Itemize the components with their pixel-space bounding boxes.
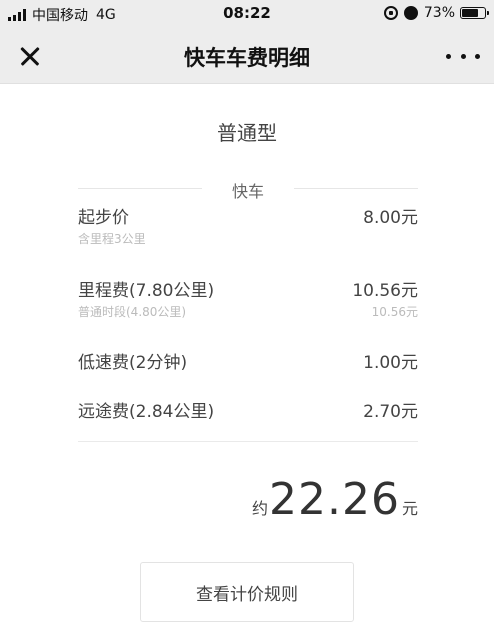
battery-percent: 73% — [423, 5, 455, 21]
fee-amount: 1.00元 — [363, 353, 418, 373]
status-bar: 中国移动 4G 08:22 73% — [0, 0, 494, 28]
section-header: 快车 — [78, 178, 418, 201]
fee-note: 含里程3公里 — [78, 232, 146, 246]
battery-fill — [462, 9, 479, 17]
more-options-icon[interactable] — [446, 44, 480, 68]
fee-name: 低速费(2分钟) — [78, 353, 188, 373]
battery-icon — [460, 7, 489, 19]
fee-name: 远途费(2.84公里) — [78, 402, 215, 422]
fee-note-amount: 10.56元 — [371, 305, 418, 319]
total-fare: 约 22.26 元 — [252, 474, 418, 525]
view-pricing-rules-button[interactable]: 查看计价规则 — [140, 562, 354, 622]
total-divider — [78, 441, 418, 442]
status-right: 73% — [383, 5, 489, 21]
section-label: 快车 — [231, 182, 264, 201]
fee-amount: 10.56元 — [352, 281, 418, 301]
fee-amount: 8.00元 — [363, 208, 418, 228]
divider-line-right — [294, 188, 418, 189]
car-type-label: 普通型 — [217, 121, 277, 145]
nav-bar: 快车车费明细 — [0, 28, 494, 84]
alarm-icon — [403, 6, 418, 20]
fee-name: 起步价 — [78, 208, 129, 228]
fee-amount: 2.70元 — [363, 402, 418, 422]
fee-name: 里程费(7.80公里) — [78, 281, 215, 301]
fee-note: 普通时段(4.80公里) — [78, 305, 187, 319]
rotation-lock-icon — [383, 6, 398, 20]
total-unit: 元 — [401, 499, 418, 518]
page-title: 快车车费明细 — [184, 46, 310, 70]
total-value: 22.26 — [269, 474, 400, 525]
total-prefix: 约 — [252, 499, 269, 518]
